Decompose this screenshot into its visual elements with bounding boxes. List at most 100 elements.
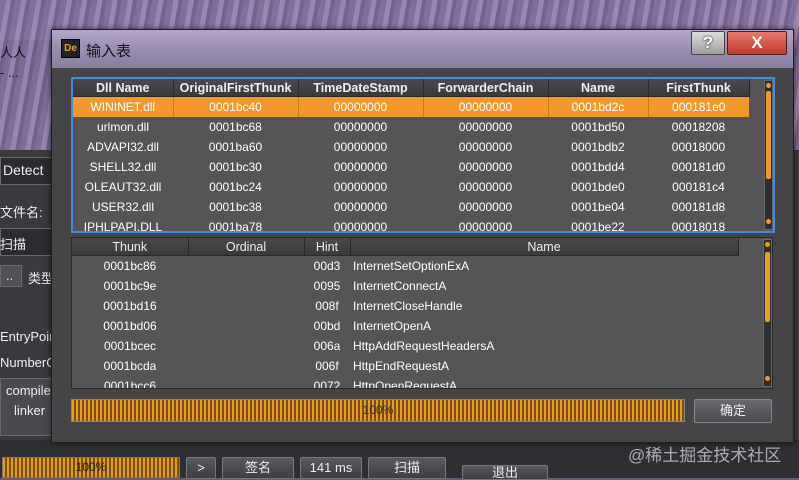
function-column-header[interactable]: Name bbox=[350, 238, 739, 256]
function-table-cell bbox=[188, 276, 304, 296]
dll-table-cell: 0001bd50 bbox=[571, 120, 625, 134]
function-table-row[interactable]: 0001bc9e 0095 InternetConnectA bbox=[72, 276, 738, 296]
bg-label: linker bbox=[14, 403, 46, 418]
dll-table-cell: 00000000 bbox=[333, 220, 388, 233]
function-table-cell: InternetSetOptionExA bbox=[353, 259, 470, 273]
scrollbar-thumb[interactable] bbox=[765, 252, 770, 322]
function-table-cell bbox=[188, 356, 304, 376]
function-table-cell bbox=[188, 336, 304, 356]
dll-table-cell: 0001bdb2 bbox=[571, 140, 625, 154]
dll-column-header[interactable]: ForwarderChain bbox=[423, 79, 549, 97]
dll-table-cell: 0001bdd4 bbox=[571, 160, 625, 174]
dll-column-header[interactable]: Dll Name bbox=[73, 79, 174, 97]
function-table-row[interactable]: 0001bd06 00bd InternetOpenA bbox=[72, 316, 738, 336]
scroll-down-arrow[interactable] bbox=[766, 219, 771, 224]
bg-arrow-button[interactable]: > bbox=[186, 457, 216, 479]
bg-label: 人人 bbox=[0, 45, 27, 60]
dll-table-cell: 0001bd2c bbox=[548, 96, 649, 117]
function-table-row[interactable]: 0001bcda 006f HttpEndRequestA bbox=[72, 356, 738, 376]
dll-table-cell: 00000000 bbox=[333, 120, 388, 134]
function-table[interactable]: Thunk Ordinal Hint Name 0001bc86 00d3 Interne… bbox=[71, 237, 773, 389]
function-table-row[interactable]: 0001bc86 00d3 InternetSetOptionExA bbox=[72, 256, 738, 277]
dll-table-cell: 000181d0 bbox=[671, 160, 726, 174]
dll-table-cell: 00000000 bbox=[333, 160, 388, 174]
function-table-row[interactable]: 0001bcc6 0072 HttpOpenRequestA bbox=[72, 376, 738, 389]
function-table-cell bbox=[188, 296, 304, 316]
bg-scan-button[interactable]: 扫描 bbox=[368, 457, 446, 479]
scroll-up-arrow[interactable] bbox=[766, 83, 771, 88]
function-table-cell: 006f bbox=[315, 359, 339, 373]
scrollbar-thumb[interactable] bbox=[766, 91, 771, 179]
help-button[interactable]: ? bbox=[691, 31, 725, 55]
bg-label: 扫描 bbox=[0, 237, 27, 252]
function-table-cell bbox=[188, 316, 304, 336]
function-table-cell: 0095 bbox=[313, 279, 341, 293]
dll-table-cell: 00000000 bbox=[298, 96, 424, 117]
dll-table-cell: 00000000 bbox=[458, 180, 513, 194]
bg-label: NumberO bbox=[0, 355, 57, 370]
dll-table-row[interactable]: IPHLPAPI.DLL 0001ba78 00000000 00000000 0001… bbox=[73, 217, 749, 233]
dll-table-cell: 00000000 bbox=[423, 96, 549, 117]
import-table-dialog: De 输入表 ? X Dll Name OriginalFirstThunk Tim… bbox=[51, 29, 794, 443]
dll-table-cell: IPHLPAPI.DLL bbox=[83, 220, 163, 233]
dll-table-row[interactable]: SHELL32.dll 0001bc30 00000000 00000000 0001b… bbox=[73, 157, 749, 177]
function-table-cell: 0001bd06 bbox=[103, 319, 157, 333]
dialog-titlebar[interactable]: De 输入表 ? X bbox=[52, 30, 793, 68]
close-button[interactable]: X bbox=[727, 31, 787, 55]
function-column-header[interactable]: Hint bbox=[304, 238, 351, 256]
dll-table-cell: 00018018 bbox=[671, 220, 726, 233]
scroll-up-arrow[interactable] bbox=[765, 242, 770, 247]
function-table-cell: HttpAddRequestHeadersA bbox=[353, 339, 495, 353]
function-table-cell bbox=[188, 376, 304, 388]
dll-table-scrollbar[interactable] bbox=[764, 80, 773, 230]
function-table-cell bbox=[188, 256, 304, 277]
function-table-cell: 0001bcc6 bbox=[103, 379, 157, 389]
dll-table-row[interactable]: ADVAPI32.dll 0001ba60 00000000 00000000 0001… bbox=[73, 137, 749, 157]
dll-table-cell: 0001bc40 bbox=[173, 96, 299, 117]
dll-table-cell: 0001bde0 bbox=[571, 180, 625, 194]
function-table-cell: InternetConnectA bbox=[353, 279, 447, 293]
dll-table[interactable]: Dll Name OriginalFirstThunk TimeDateStamp F… bbox=[71, 77, 775, 233]
dll-table-cell: 0001bc30 bbox=[209, 160, 262, 174]
dll-table-cell: 00000000 bbox=[458, 220, 513, 233]
bg-label: - ... bbox=[0, 65, 19, 80]
function-table-cell: 0001bcda bbox=[103, 359, 157, 373]
dll-table-cell: 00018000 bbox=[671, 140, 726, 154]
function-table-row[interactable]: 0001bcec 006a HttpAddRequestHeadersA bbox=[72, 336, 738, 356]
dll-column-header[interactable]: TimeDateStamp bbox=[298, 79, 424, 97]
dll-table-row[interactable]: WININET.dll 0001bc40 00000000 00000000 0001b… bbox=[73, 96, 749, 117]
function-table-cell: HttpEndRequestA bbox=[353, 359, 450, 373]
ok-button[interactable]: 确定 bbox=[694, 399, 772, 423]
dll-table-row[interactable]: USER32.dll 0001bc38 00000000 00000000 0001be… bbox=[73, 197, 749, 217]
scroll-down-arrow[interactable] bbox=[765, 376, 770, 381]
bg-browse-label: .. bbox=[6, 268, 14, 283]
function-table-cell: 0072 bbox=[313, 379, 341, 389]
dll-table-row[interactable]: urlmon.dll 0001bc68 00000000 00000000 0001bd… bbox=[73, 117, 749, 137]
dialog-client-area: Dll Name OriginalFirstThunk TimeDateStamp F… bbox=[61, 68, 782, 436]
dll-table-cell: 00000000 bbox=[458, 140, 513, 154]
function-table-cell: 00bd bbox=[313, 319, 341, 333]
function-table-cell: 00d3 bbox=[313, 259, 341, 273]
function-table-cell: 0001bc86 bbox=[103, 259, 157, 273]
dll-table-cell: 00000000 bbox=[458, 160, 513, 174]
dll-table-row[interactable]: OLEAUT32.dll 0001bc24 00000000 00000000 0001… bbox=[73, 177, 749, 197]
dll-table-cell: OLEAUT32.dll bbox=[84, 180, 162, 194]
dll-table-cell: 00000000 bbox=[333, 140, 388, 154]
dialog-progress-bar: 100% bbox=[71, 399, 685, 422]
dll-table-cell: 00000000 bbox=[458, 200, 513, 214]
function-column-header[interactable]: Ordinal bbox=[188, 238, 305, 256]
dll-table-cell: 000181d8 bbox=[671, 200, 726, 214]
dll-table-cell: WININET.dll bbox=[73, 96, 174, 117]
function-table-scrollbar[interactable] bbox=[763, 239, 772, 387]
function-table-cell: 0001bcec bbox=[103, 339, 157, 353]
function-column-header[interactable]: Thunk bbox=[72, 238, 189, 256]
dll-table-cell: 00000000 bbox=[458, 120, 513, 134]
dll-column-header[interactable]: OriginalFirstThunk bbox=[173, 79, 299, 97]
bg-sign-button[interactable]: 签名 bbox=[222, 457, 294, 479]
dll-table-cell: ADVAPI32.dll bbox=[87, 140, 159, 154]
dll-column-header[interactable]: Name bbox=[548, 79, 649, 97]
function-table-cell: 0001bc9e bbox=[103, 279, 157, 293]
function-table-cell: 0001bd16 bbox=[103, 299, 157, 313]
function-table-row[interactable]: 0001bd16 008f InternetCloseHandle bbox=[72, 296, 738, 316]
dll-column-header[interactable]: FirstThunk bbox=[648, 79, 750, 97]
